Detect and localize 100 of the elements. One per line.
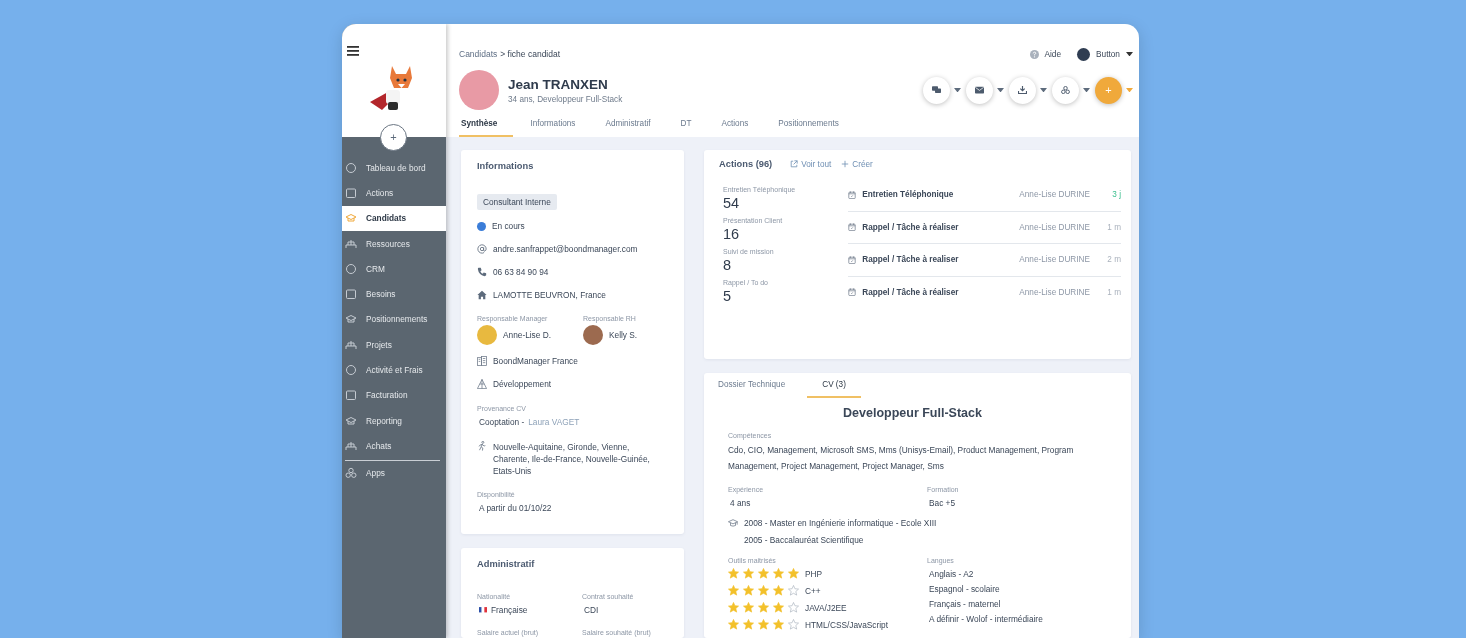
field-value: Bac +5 [929,498,956,508]
download-icon [1018,86,1027,94]
help-icon [1030,49,1040,59]
sidebar-item[interactable]: Projets [342,332,446,358]
tool-name: PHP [805,568,823,579]
avatar-icon [1077,47,1090,61]
graduation-cap-icon [728,518,738,528]
star-icon [758,602,769,613]
running-person-icon [477,441,487,451]
tab[interactable]: DT [677,119,695,137]
card-title: Actions (96) [719,159,773,169]
action-type: Rappel / Tâche à réaliser [862,287,960,297]
star-icon [728,568,739,579]
sidebar-item[interactable]: Actions [342,180,446,206]
plus-icon [841,160,850,168]
mail-icon [975,86,984,94]
sidebar-item[interactable]: Facturation [342,382,446,408]
availability-value: A partir du 01/10/22 [479,503,552,513]
star-icon [743,568,754,579]
sidebar-item[interactable]: Tableau de bord [342,155,446,181]
stat-value: 16 [723,226,741,242]
caret-icon[interactable] [1083,87,1090,93]
field-value: 4 ans [730,498,751,508]
stat-value: 8 [723,257,733,273]
sidebar-item[interactable]: Apps [342,460,446,486]
create-link[interactable]: Créer [841,159,873,169]
diploma-text: 2005 - Baccalauréat Scientifique [744,535,865,545]
tab[interactable]: Positionnements [775,119,842,137]
see-all-link[interactable]: Voir tout [790,159,832,169]
contact-text: 06 63 84 90 94 [493,267,549,277]
breadcrumb-current: > fiche candidat [500,49,561,59]
help-link[interactable]: Aide [1030,49,1061,59]
sidebar-item[interactable]: CRM [342,256,446,282]
breadcrumb-link[interactable]: Candidats [459,49,498,59]
add-button[interactable]: + [380,124,407,151]
star-icon [773,585,784,596]
sidebar-item[interactable]: Reporting [342,407,446,434]
empty-star-icon [788,585,799,596]
action-entry[interactable]: Rappel / Tâche à réaliser Anne-Lise DURINE 1 m [848,276,1121,308]
tab[interactable]: Informations [527,119,579,137]
download-button[interactable] [1009,76,1036,104]
avatar-placeholder [477,325,497,345]
tool-name: JAVA/J2EE [805,602,847,613]
sidebar-item[interactable]: Positionnements [342,306,446,333]
field-value: Française [491,605,528,615]
action-age: 1 m [1107,222,1121,232]
stat-value: 54 [723,195,741,211]
action-entry[interactable]: Rappel / Tâche à realiser Anne-Lise DURINE 2 m [848,244,1121,277]
card-title: Informations [477,161,534,171]
apps-icon [345,467,357,480]
tab[interactable]: Actions [718,119,752,137]
menu-icon[interactable] [347,46,359,56]
detail-text: Développement [493,379,552,389]
chat-icon [932,86,941,94]
building-icon [477,356,487,366]
tab[interactable]: Dossier Technique [708,373,796,398]
user-menu-button[interactable]: Button [1077,47,1133,61]
star-icon [743,585,754,596]
star-icon [728,585,739,596]
tag: Consultant Interne [477,194,557,210]
at-icon [477,244,487,254]
caret-icon[interactable] [997,87,1004,93]
action-entry[interactable]: Rappel / Tâche à réaliser Anne-Lise DURINE 1 m [848,211,1121,244]
profile-photo-placeholder [459,70,499,110]
star-icon [773,568,784,579]
star-icon [758,619,769,630]
detail-text: BoondManager France [493,356,578,366]
caret-icon[interactable] [1040,87,1047,93]
mobility-text: Nouvelle-Aquitaine, Gironde, Vienne, Charente, Ile-de-France, Nouvelle-Guinée, Etats-Unis [493,441,651,477]
phone-icon [477,267,487,277]
avatar-placeholder [583,325,603,345]
sidebar-item[interactable]: Activité et Frais [342,357,446,383]
pyramid-icon [477,379,487,389]
tool-name: C++ [805,585,821,596]
star-icon [758,568,769,579]
external-link-icon [790,160,799,168]
share-button[interactable] [1052,76,1079,104]
star-icon [743,619,754,630]
candidate-name: Jean TRANXEN [508,76,609,92]
tool-name: HTML/CSS/JavaScript [805,619,888,630]
referrer-link[interactable]: Laura VAGET [528,417,580,427]
sidebar-item[interactable]: Besoins [342,281,446,307]
action-entry[interactable]: Entretien Téléphonique Anne-Lise DURINE 3 j [848,179,1121,212]
sidebar-item[interactable]: Ressources [342,230,446,257]
tab[interactable]: CV (3) [807,373,861,398]
caret-icon[interactable] [954,87,961,93]
field-value: CDI [584,605,599,615]
language-text: Français - maternel [928,599,1002,609]
star-icon [728,602,739,613]
sidebar-item[interactable]: Achats [342,433,446,459]
status-label: En cours [492,221,525,231]
diploma-text: 2008 - Master en Ingénierie informatique - Ecole XIII [744,518,937,528]
caret-icon [1126,51,1133,57]
cv-title: Developpeur Full-Stack [842,406,983,420]
chat-button[interactable] [923,76,950,104]
sidebar-item[interactable]: Candidats [342,205,446,231]
empty-star-icon [788,619,799,630]
star-icon [758,585,769,596]
mail-button[interactable] [966,76,993,104]
tab[interactable]: Administratif [602,119,654,137]
